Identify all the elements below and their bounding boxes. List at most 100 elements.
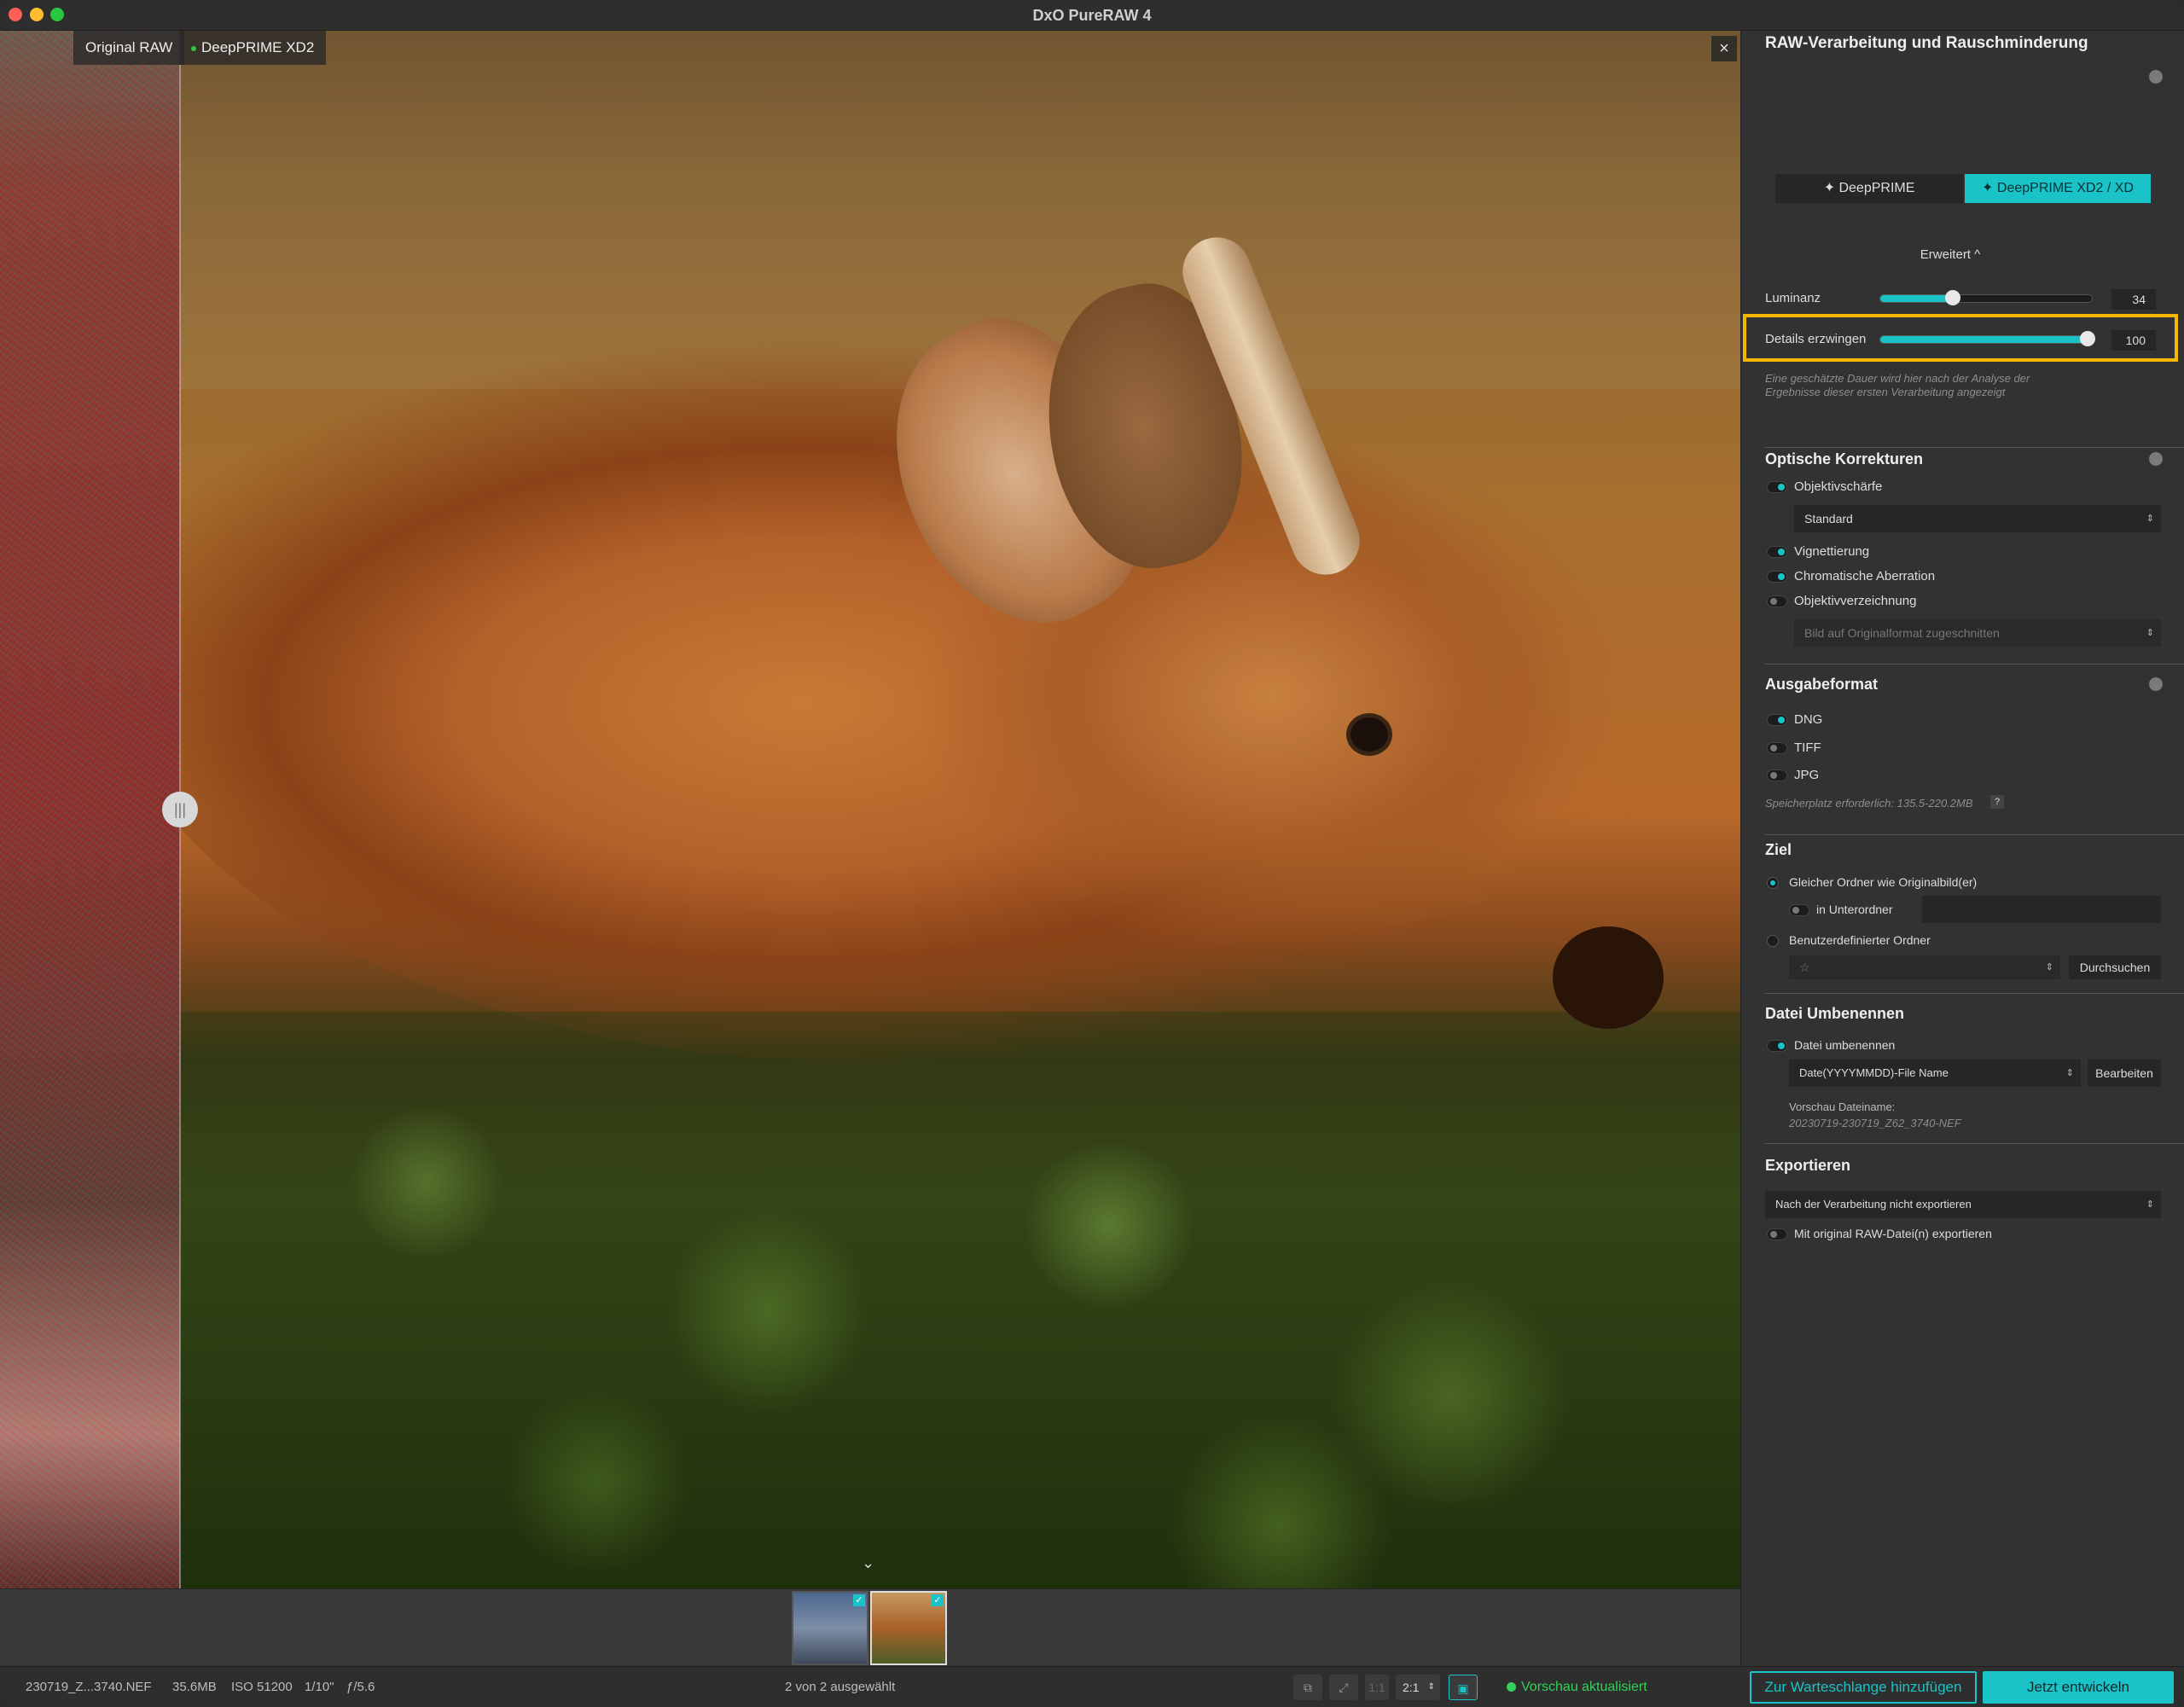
distortion-toggle[interactable]	[1767, 595, 1787, 607]
spark-icon: ✦	[1823, 181, 1839, 195]
jpg-label: JPG	[1794, 768, 1820, 782]
star-icon: ☆	[1799, 961, 1810, 974]
rename-title: Datei Umbenennen	[1765, 1005, 1905, 1022]
same-folder-radio[interactable]	[1767, 877, 1779, 889]
jpg-toggle[interactable]	[1767, 769, 1787, 781]
mode-xd-button[interactable]: ✦ DeepPRIME XD2 / XD	[1965, 174, 2151, 203]
export-title: Exportieren	[1765, 1157, 1851, 1174]
add-to-queue-button[interactable]: Zur Warteschlange hinzufügen	[1750, 1671, 1977, 1704]
iso-value: ISO 51200	[231, 1680, 293, 1694]
chevron-updown-icon: ⇕	[1427, 1682, 1435, 1692]
rename-pattern-select[interactable]: Date(YYYYMMDD)-File Name ⇕	[1789, 1060, 2081, 1087]
rename-toggle[interactable]	[1767, 1040, 1787, 1052]
storage-required: Speicherplatz erforderlich: 135.5-220.2M…	[1765, 797, 1973, 810]
custom-folder-label: Benutzerdefinierter Ordner	[1789, 933, 1931, 947]
advanced-toggle[interactable]: Erweitert ^	[1741, 247, 2159, 262]
rename-label: Datei umbenennen	[1794, 1038, 1896, 1052]
browse-button[interactable]: Durchsuchen	[2069, 955, 2161, 979]
develop-now-button[interactable]: Jetzt entwickeln	[1983, 1671, 2174, 1704]
compare-mode-icon[interactable]: ⧉	[1293, 1675, 1322, 1700]
processed-label-text: DeepPRIME XD2	[201, 39, 315, 55]
filmstrip: ✓ ✓	[0, 1588, 1740, 1665]
status-dot-icon	[1507, 1682, 1516, 1692]
help-icon[interactable]: ?	[1990, 795, 2004, 809]
custom-folder-select[interactable]: ☆ ⇕	[1789, 955, 2060, 979]
same-folder-label: Gleicher Ordner wie Originalbild(er)	[1789, 875, 1978, 889]
zoom-select[interactable]: 2:1 ⇕	[1396, 1675, 1440, 1700]
preview-toggle-icon[interactable]: ▣	[1449, 1675, 1478, 1700]
chevron-updown-icon: ⇕	[2045, 962, 2053, 973]
expand-filmstrip-icon[interactable]: ⌄	[862, 1554, 874, 1572]
processed-dot-icon	[191, 45, 196, 51]
zoom-1to1-button[interactable]: 1:1	[1365, 1675, 1389, 1700]
details-label: Details erzwingen	[1765, 332, 1867, 346]
luminance-fill	[1880, 295, 1953, 302]
close-viewer-button[interactable]: ×	[1711, 36, 1737, 61]
mode-xd-label: DeepPRIME XD2 / XD	[1996, 181, 2134, 195]
optics-settings-icon[interactable]	[2149, 452, 2163, 466]
sharpness-toggle[interactable]	[1767, 481, 1787, 493]
denoise-settings-icon[interactable]	[2149, 70, 2163, 84]
filename-preview-label: Vorschau Dateiname:	[1789, 1100, 1896, 1113]
optics-title: Optische Korrekturen	[1765, 450, 1924, 467]
checkbox-icon[interactable]: ✓	[932, 1594, 944, 1606]
destination-title: Ziel	[1765, 841, 1792, 858]
sharpness-label: Objektivschärfe	[1794, 479, 1883, 494]
selection-count: 2 von 2 ausgewählt	[785, 1680, 896, 1694]
fit-screen-icon[interactable]: ⤢	[1329, 1675, 1358, 1700]
luminance-label: Luminanz	[1765, 291, 1821, 305]
mode-deepprime-label: DeepPRIME	[1838, 181, 1915, 195]
preview-status-text: Vorschau aktualisiert	[1521, 1680, 1647, 1694]
details-value[interactable]: 100	[2111, 330, 2156, 351]
processed-label: DeepPRIME XD2	[179, 31, 327, 65]
status-bar: 230719_Z...3740.NEF 35.6MB ISO 51200 1/1…	[0, 1666, 2184, 1707]
export-raw-toggle[interactable]	[1767, 1228, 1787, 1240]
divider	[1765, 834, 2184, 835]
aperture-value: ƒ/5.6	[346, 1680, 375, 1694]
chevron-updown-icon: ⇕	[2146, 628, 2154, 638]
details-knob[interactable]	[2080, 331, 2095, 346]
chevron-updown-icon: ⇕	[2146, 514, 2154, 524]
tiff-toggle[interactable]	[1767, 742, 1787, 754]
chromatic-label: Chromatische Aberration	[1794, 569, 1936, 584]
denoise-title: RAW-Verarbeitung und Rauschminderung	[1765, 34, 2088, 52]
divider	[1765, 993, 2184, 994]
spark-icon: ✦	[1982, 181, 1997, 195]
subfolder-toggle[interactable]	[1789, 904, 1809, 916]
dng-label: DNG	[1794, 712, 1823, 727]
details-slider[interactable]	[1879, 331, 2095, 346]
custom-folder-radio[interactable]	[1767, 935, 1779, 947]
checkbox-icon[interactable]: ✓	[853, 1594, 865, 1606]
vignetting-label: Vignettierung	[1794, 544, 1870, 559]
rename-pattern-value: Date(YYYYMMDD)-File Name	[1799, 1066, 1949, 1079]
image-viewer[interactable]: ||| Original RAW DeepPRIME XD2 × ⌄	[0, 31, 1740, 1588]
distortion-select[interactable]: Bild auf Originalformat zugeschnitten ⇕	[1794, 619, 2161, 647]
sharpness-select[interactable]: Standard ⇕	[1794, 505, 2161, 532]
edit-pattern-button[interactable]: Bearbeiten	[2088, 1060, 2161, 1087]
details-fill	[1880, 336, 2092, 343]
window-title: DxO PureRAW 4	[1032, 7, 1152, 24]
original-raw-label: Original RAW	[73, 31, 185, 65]
compare-split-handle[interactable]: |||	[162, 792, 198, 827]
chromatic-toggle[interactable]	[1767, 571, 1787, 583]
subfolder-input[interactable]	[1922, 896, 2161, 923]
luminance-value[interactable]: 34	[2111, 289, 2156, 310]
filename-preview-value: 20230719-230719_Z62_3740-NEF	[1789, 1117, 1961, 1129]
luminance-knob[interactable]	[1945, 290, 1960, 305]
subfolder-label: in Unterordner	[1816, 903, 1893, 916]
export-select[interactable]: Nach der Verarbeitung nicht exportieren ⇕	[1765, 1191, 2161, 1218]
preview-status: Vorschau aktualisiert	[1507, 1680, 1647, 1695]
dng-toggle[interactable]	[1767, 714, 1787, 726]
luminance-slider[interactable]	[1879, 290, 2093, 305]
file-size: 35.6MB	[172, 1680, 217, 1694]
settings-panel: RAW-Verarbeitung und Rauschminderung ✦ D…	[1740, 31, 2184, 1666]
vignetting-toggle[interactable]	[1767, 546, 1787, 558]
thumbnail-landscape[interactable]: ✓	[792, 1591, 868, 1665]
divider	[1765, 447, 2184, 448]
photo-deer-eye	[1346, 713, 1392, 756]
distortion-label: Objektivverzeichnung	[1794, 594, 1917, 608]
thumbnail-deer[interactable]: ✓	[870, 1591, 947, 1665]
mode-deepprime-button[interactable]: ✦ DeepPRIME	[1775, 174, 1963, 203]
output-settings-icon[interactable]	[2149, 677, 2163, 691]
title-bar: DxO PureRAW 4	[0, 0, 2184, 31]
